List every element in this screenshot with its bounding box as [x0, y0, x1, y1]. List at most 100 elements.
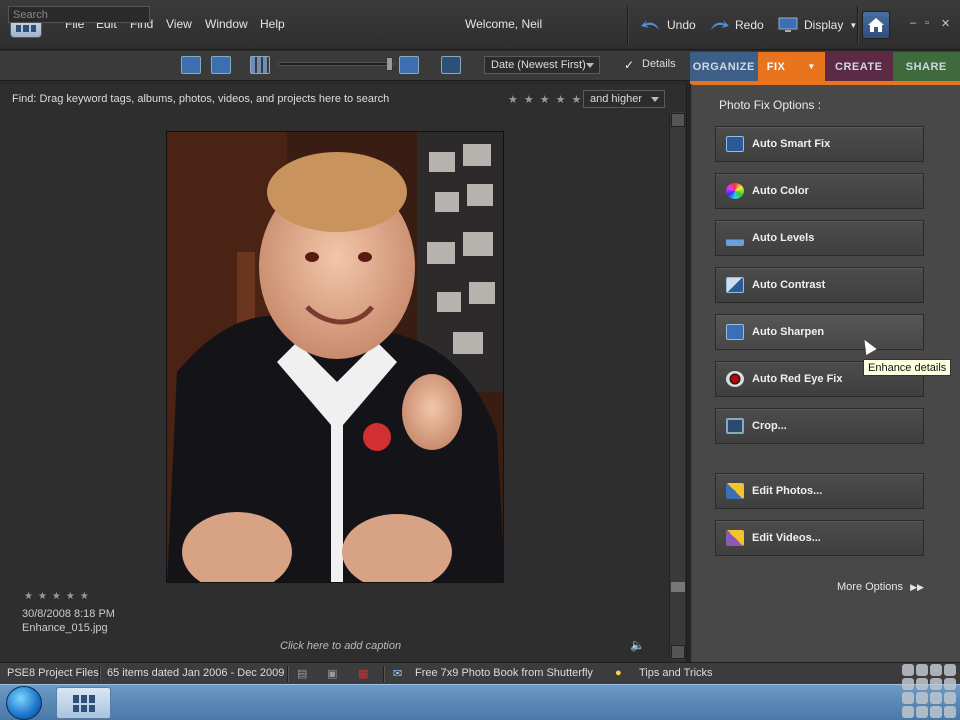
photo-rating-stars[interactable]: ★★★★★	[24, 591, 94, 602]
photo-date: 30/8/2008 8:18 PM	[22, 608, 115, 620]
edit-videos-icon	[726, 530, 744, 546]
edit-photos-icon	[726, 483, 744, 499]
lock-icon[interactable]: ▣	[327, 667, 337, 680]
menu-window[interactable]: Window	[205, 17, 248, 31]
auto-color-label: Auto Color	[752, 185, 809, 197]
redo-button[interactable]: Redo	[709, 13, 764, 37]
single-photo-view-icon[interactable]	[399, 56, 419, 74]
shutterfly-promo-link[interactable]: Free 7x9 Photo Book from Shutterfly	[415, 667, 593, 679]
items-count: 65 items dated Jan 2006 - Dec 2009	[107, 667, 285, 679]
windows-start-button[interactable]	[6, 686, 42, 720]
tab-share[interactable]: SHARE	[892, 52, 960, 81]
details-label: Details	[642, 58, 676, 70]
tab-share-label: SHARE	[905, 60, 947, 73]
tab-organize[interactable]: ORGANIZE	[690, 52, 758, 81]
edit-videos-label: Edit Videos...	[752, 532, 821, 544]
auto-contrast-button[interactable]: Auto Contrast	[715, 267, 924, 303]
welcome-text: Welcome, Neil	[465, 17, 543, 31]
baby-photo-image	[167, 132, 503, 582]
auto-smart-fix-button[interactable]: Auto Smart Fix	[715, 126, 924, 162]
crop-button[interactable]: Crop...	[715, 408, 924, 444]
chevron-down-icon	[586, 63, 594, 68]
tab-fix-label: FIX	[766, 60, 786, 73]
audio-caption-icon[interactable]: 🔈	[630, 638, 645, 652]
find-bar-text[interactable]: Find: Drag keyword tags, albums, photos,…	[12, 93, 389, 105]
double-chevron-right-icon: ▶▶	[910, 582, 924, 592]
divider	[857, 6, 858, 44]
photo-thumbnail[interactable]	[166, 131, 504, 583]
divider	[383, 666, 384, 682]
photo-fix-options-title: Photo Fix Options :	[719, 98, 822, 112]
undo-button[interactable]: Undo	[641, 13, 696, 37]
monitor-icon	[778, 17, 798, 32]
auto-contrast-label: Auto Contrast	[752, 279, 826, 291]
auto-color-button[interactable]: Auto Color	[715, 173, 924, 209]
caption-input[interactable]: Click here to add caption	[280, 640, 401, 652]
tab-organize-label: ORGANIZE	[692, 60, 755, 73]
chevron-down-icon[interactable]: ▼	[807, 62, 815, 71]
organizer-app-icon	[73, 695, 95, 712]
scroll-thumb[interactable]	[671, 582, 685, 592]
thumbnail-grid-icon[interactable]	[250, 56, 270, 74]
scroll-down-button[interactable]	[671, 645, 685, 659]
sort-order-select[interactable]: Date (Newest First)	[484, 56, 600, 74]
taskbar-organizer-app[interactable]	[56, 687, 111, 719]
minimize-icon[interactable]: –	[910, 17, 916, 29]
watermark-tiles-icon	[900, 662, 960, 720]
thumbnail-size-slider[interactable]	[278, 57, 394, 71]
restore-icon[interactable]: ▫	[925, 17, 929, 29]
divider	[99, 666, 100, 682]
search-input[interactable]	[8, 6, 150, 23]
tab-create-label: CREATE	[835, 60, 883, 73]
catalog-name[interactable]: PSE8 Project Files	[7, 667, 99, 679]
rating-filter-select[interactable]: and higher	[583, 90, 665, 108]
menu-view[interactable]: View	[166, 17, 192, 31]
crop-label: Crop...	[752, 420, 787, 432]
timeline-icon[interactable]: ▤	[297, 667, 307, 680]
auto-levels-button[interactable]: Auto Levels	[715, 220, 924, 256]
auto-levels-label: Auto Levels	[752, 232, 815, 244]
undo-label: Undo	[667, 18, 696, 32]
auto-sharpen-button[interactable]: Auto Sharpen	[715, 314, 924, 350]
edit-photos-button[interactable]: Edit Photos...	[715, 473, 924, 509]
tooltip: Enhance details	[863, 359, 952, 376]
rotate-icon[interactable]	[211, 56, 231, 74]
display-button[interactable]: Display ▼	[778, 13, 857, 37]
auto-red-eye-fix-label: Auto Red Eye Fix	[752, 373, 843, 385]
crop-icon	[726, 418, 744, 434]
redo-icon	[711, 20, 729, 30]
home-icon	[868, 18, 884, 32]
edit-photos-label: Edit Photos...	[752, 485, 823, 497]
sort-order-value: Date (Newest First)	[491, 59, 586, 71]
windows-taskbar	[0, 684, 960, 720]
menu-help[interactable]: Help	[260, 17, 285, 31]
details-checkbox[interactable]: ✓	[622, 58, 636, 72]
tab-fix[interactable]: FIX ▼	[757, 52, 825, 81]
rating-filter-stars[interactable]: ★★★★★	[508, 93, 587, 106]
redo-label: Redo	[735, 18, 764, 32]
scroll-up-button[interactable]	[671, 113, 685, 127]
red-eye-icon	[726, 371, 744, 387]
chevron-down-icon	[651, 97, 659, 102]
vertical-scrollbar[interactable]	[669, 112, 685, 660]
tab-create[interactable]: CREATE	[825, 52, 893, 81]
sharpen-icon	[726, 324, 744, 340]
slider-thumb[interactable]	[386, 57, 393, 71]
more-options-button[interactable]: More Options ▶▶	[837, 581, 924, 593]
home-button[interactable]	[862, 11, 890, 39]
tips-and-tricks-link[interactable]: Tips and Tricks	[639, 667, 713, 679]
auto-smart-fix-label: Auto Smart Fix	[752, 138, 831, 150]
display-label: Display	[804, 18, 844, 32]
divider	[287, 666, 288, 682]
more-options-label: More Options	[837, 581, 904, 593]
color-wheel-icon	[726, 183, 744, 199]
status-bar: PSE8 Project Files 65 items dated Jan 20…	[0, 662, 960, 684]
close-icon[interactable]: ✕	[941, 17, 950, 30]
photoshop-elements-organizer-window: File Edit Find View Window Help Welcome,…	[0, 0, 960, 720]
contrast-icon	[726, 277, 744, 293]
slideshow-icon[interactable]	[441, 56, 461, 74]
photo-filename: Enhance_015.jpg	[22, 622, 108, 634]
photo-stack-icon[interactable]	[181, 56, 201, 74]
edit-videos-button[interactable]: Edit Videos...	[715, 520, 924, 556]
calendar-icon[interactable]: ▦	[358, 667, 368, 680]
